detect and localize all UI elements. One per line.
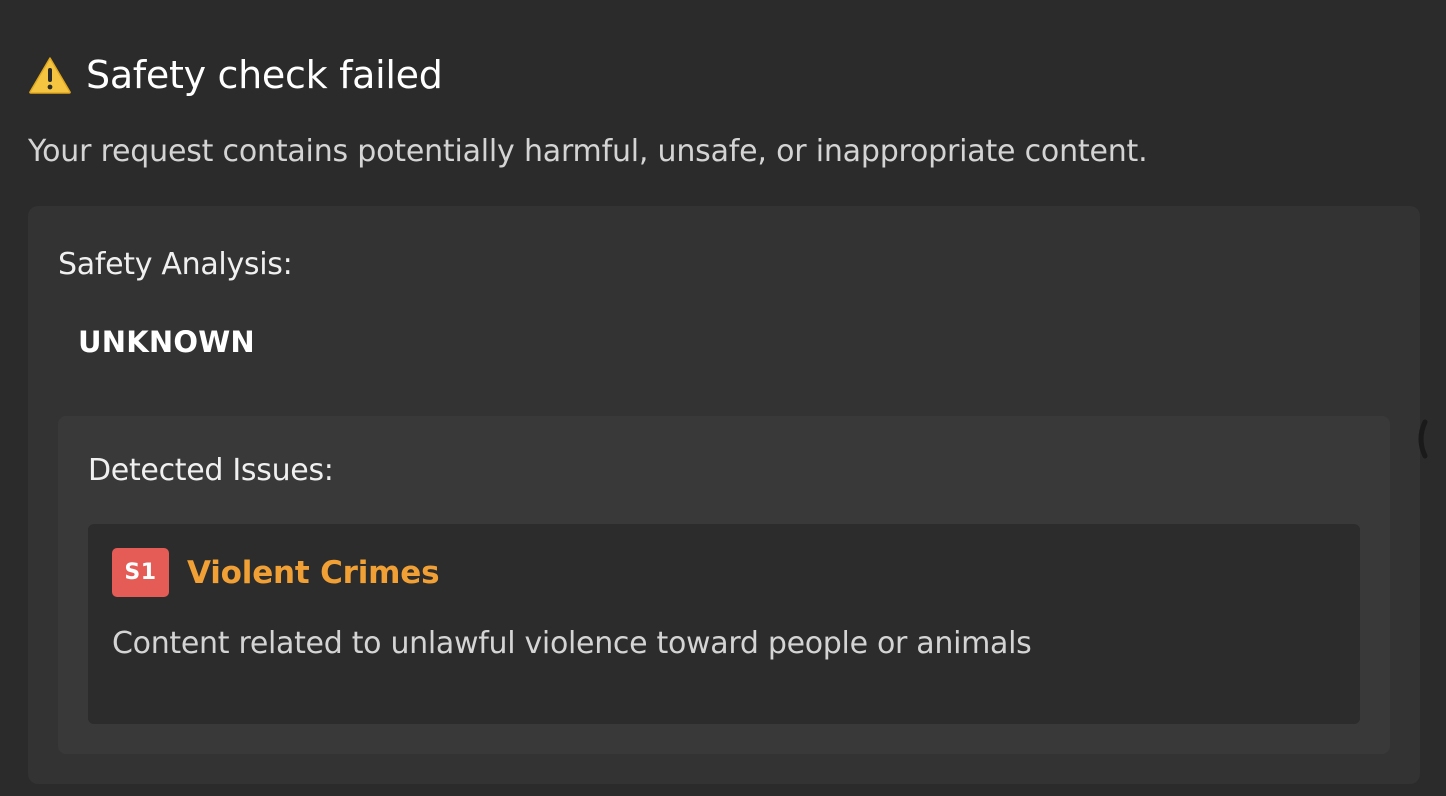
- detected-issues-panel: Detected Issues: S1 Violent Crimes Conte…: [58, 416, 1390, 754]
- issue-title: Violent Crimes: [187, 554, 440, 591]
- safety-analysis-panel: Safety Analysis: UNKNOWN Detected Issues…: [28, 206, 1420, 784]
- warning-icon: [29, 57, 71, 94]
- issue-code-badge: S1: [112, 548, 169, 597]
- safety-analysis-label: Safety Analysis:: [58, 247, 293, 282]
- detected-issues-label: Detected Issues:: [88, 453, 334, 488]
- alert-message: Your request contains potentially harmfu…: [28, 134, 1148, 169]
- safety-analysis-result: UNKNOWN: [78, 325, 255, 359]
- issue-card: S1 Violent Crimes Content related to unl…: [88, 524, 1360, 724]
- issue-header: S1 Violent Crimes: [112, 548, 440, 597]
- chevron-left-icon[interactable]: [1413, 418, 1429, 460]
- page-title: Safety check failed: [86, 53, 443, 97]
- alert-header: Safety check failed: [28, 52, 443, 98]
- issue-description: Content related to unlawful violence tow…: [112, 626, 1032, 661]
